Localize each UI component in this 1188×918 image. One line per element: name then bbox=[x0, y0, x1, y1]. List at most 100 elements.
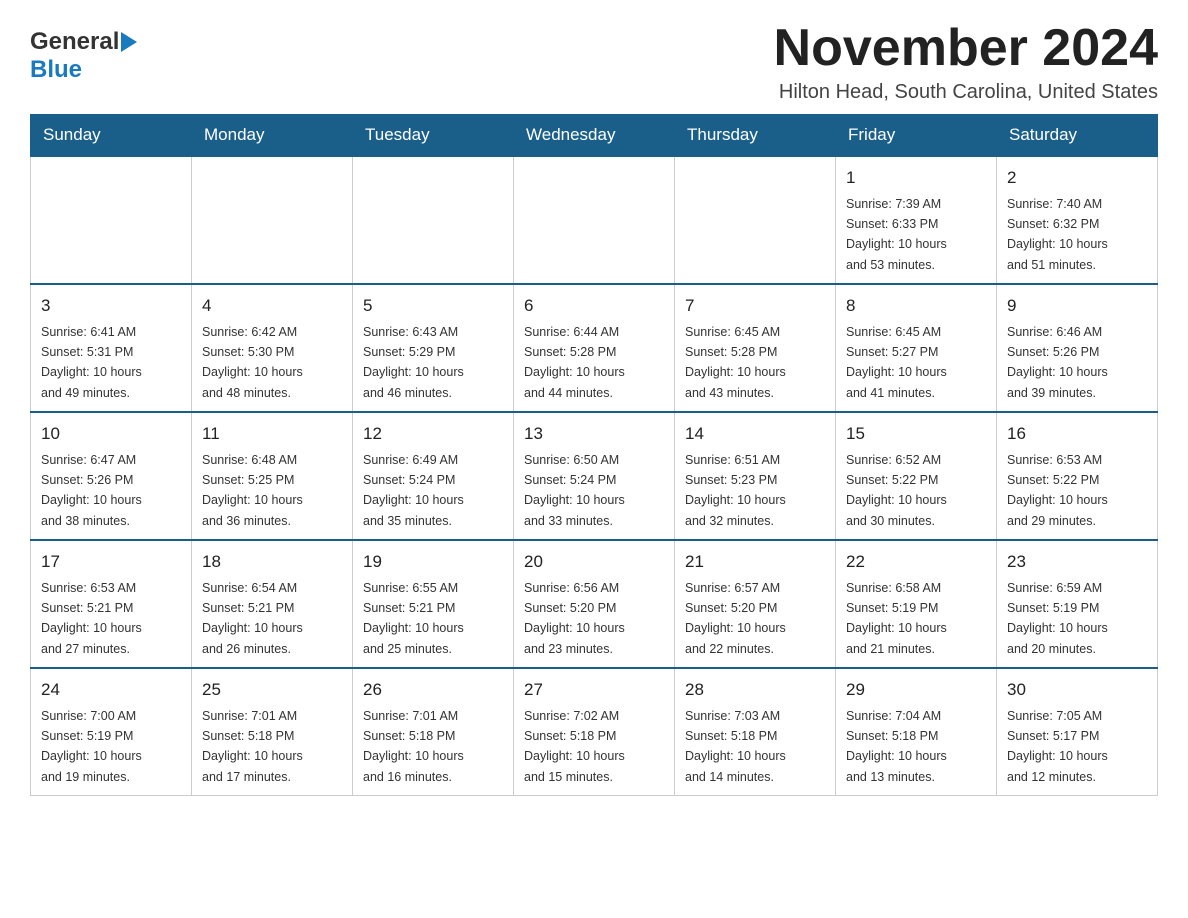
calendar-cell: 8Sunrise: 6:45 AM Sunset: 5:27 PM Daylig… bbox=[836, 284, 997, 412]
weekday-header-sunday: Sunday bbox=[31, 115, 192, 157]
day-info: Sunrise: 7:02 AM Sunset: 5:18 PM Dayligh… bbox=[524, 709, 625, 784]
calendar-week-4: 17 Sunrise: 6:53 AM Sunset: 5:21 PM Dayli… bbox=[31, 540, 1158, 668]
day-number: 11 bbox=[202, 421, 342, 447]
calendar-cell: 25 Sunrise: 7:01 AM Sunset: 5:18 PM Dayli… bbox=[192, 668, 353, 796]
day-info: Sunrise: 6:46 AM Sunset: 5:26 PM Dayligh… bbox=[1007, 325, 1108, 400]
month-title: November 2024 bbox=[774, 20, 1158, 77]
calendar-cell: 7Sunrise: 6:45 AM Sunset: 5:28 PM Daylig… bbox=[675, 284, 836, 412]
day-number: 12 bbox=[363, 421, 503, 447]
calendar-cell: 3 Sunrise: 6:41 AM Sunset: 5:31 PM Daylig… bbox=[31, 284, 192, 412]
day-info: Sunrise: 6:44 AM Sunset: 5:28 PM Dayligh… bbox=[524, 325, 625, 400]
day-number: 24 bbox=[41, 677, 181, 703]
calendar-cell bbox=[31, 156, 192, 284]
day-number: 8 bbox=[846, 293, 986, 319]
day-info: Sunrise: 6:56 AM Sunset: 5:20 PM Dayligh… bbox=[524, 581, 625, 656]
calendar-cell: 1 Sunrise: 7:39 AM Sunset: 6:33 PM Daylig… bbox=[836, 156, 997, 284]
day-number: 27 bbox=[524, 677, 664, 703]
day-info: Sunrise: 7:04 AM Sunset: 5:18 PM Dayligh… bbox=[846, 709, 947, 784]
weekday-header-row: SundayMondayTuesdayWednesdayThursdayFrid… bbox=[31, 115, 1158, 157]
calendar-cell: 24 Sunrise: 7:00 AM Sunset: 5:19 PM Dayli… bbox=[31, 668, 192, 796]
day-number: 2 bbox=[1007, 165, 1147, 191]
logo-general-text: General bbox=[30, 28, 119, 56]
day-number: 22 bbox=[846, 549, 986, 575]
day-info: Sunrise: 6:59 AM Sunset: 5:19 PM Dayligh… bbox=[1007, 581, 1108, 656]
calendar-week-2: 3 Sunrise: 6:41 AM Sunset: 5:31 PM Daylig… bbox=[31, 284, 1158, 412]
calendar-cell: 27 Sunrise: 7:02 AM Sunset: 5:18 PM Dayli… bbox=[514, 668, 675, 796]
calendar-cell: 11Sunrise: 6:48 AM Sunset: 5:25 PM Dayli… bbox=[192, 412, 353, 540]
day-number: 7 bbox=[685, 293, 825, 319]
calendar-cell: 10 Sunrise: 6:47 AM Sunset: 5:26 PM Dayli… bbox=[31, 412, 192, 540]
logo-blue-text: Blue bbox=[30, 56, 82, 83]
day-info: Sunrise: 6:52 AM Sunset: 5:22 PM Dayligh… bbox=[846, 453, 947, 528]
calendar-cell: 16Sunrise: 6:53 AM Sunset: 5:22 PM Dayli… bbox=[997, 412, 1158, 540]
calendar-cell: 14Sunrise: 6:51 AM Sunset: 5:23 PM Dayli… bbox=[675, 412, 836, 540]
day-number: 1 bbox=[846, 165, 986, 191]
calendar-cell: 6Sunrise: 6:44 AM Sunset: 5:28 PM Daylig… bbox=[514, 284, 675, 412]
calendar-week-5: 24 Sunrise: 7:00 AM Sunset: 5:19 PM Dayli… bbox=[31, 668, 1158, 796]
day-number: 21 bbox=[685, 549, 825, 575]
day-number: 23 bbox=[1007, 549, 1147, 575]
calendar-body: 1 Sunrise: 7:39 AM Sunset: 6:33 PM Daylig… bbox=[31, 156, 1158, 796]
day-info: Sunrise: 6:42 AM Sunset: 5:30 PM Dayligh… bbox=[202, 325, 303, 400]
day-info: Sunrise: 6:51 AM Sunset: 5:23 PM Dayligh… bbox=[685, 453, 786, 528]
day-info: Sunrise: 6:57 AM Sunset: 5:20 PM Dayligh… bbox=[685, 581, 786, 656]
day-number: 4 bbox=[202, 293, 342, 319]
calendar-cell: 4 Sunrise: 6:42 AM Sunset: 5:30 PM Daylig… bbox=[192, 284, 353, 412]
calendar-cell: 20Sunrise: 6:56 AM Sunset: 5:20 PM Dayli… bbox=[514, 540, 675, 668]
day-number: 5 bbox=[363, 293, 503, 319]
day-info: Sunrise: 7:40 AM Sunset: 6:32 PM Dayligh… bbox=[1007, 197, 1108, 272]
day-info: Sunrise: 7:00 AM Sunset: 5:19 PM Dayligh… bbox=[41, 709, 142, 784]
page-header: General Blue November 2024 Hilton Head, … bbox=[30, 20, 1158, 104]
day-info: Sunrise: 6:58 AM Sunset: 5:19 PM Dayligh… bbox=[846, 581, 947, 656]
day-number: 25 bbox=[202, 677, 342, 703]
day-number: 3 bbox=[41, 293, 181, 319]
day-info: Sunrise: 6:43 AM Sunset: 5:29 PM Dayligh… bbox=[363, 325, 464, 400]
calendar-cell: 2 Sunrise: 7:40 AM Sunset: 6:32 PM Daylig… bbox=[997, 156, 1158, 284]
day-info: Sunrise: 6:54 AM Sunset: 5:21 PM Dayligh… bbox=[202, 581, 303, 656]
title-block: November 2024 Hilton Head, South Carolin… bbox=[774, 20, 1158, 104]
day-number: 13 bbox=[524, 421, 664, 447]
day-info: Sunrise: 7:03 AM Sunset: 5:18 PM Dayligh… bbox=[685, 709, 786, 784]
logo: General Blue bbox=[30, 20, 137, 84]
calendar-cell: 22 Sunrise: 6:58 AM Sunset: 5:19 PM Dayli… bbox=[836, 540, 997, 668]
weekday-header-thursday: Thursday bbox=[675, 115, 836, 157]
weekday-header-wednesday: Wednesday bbox=[514, 115, 675, 157]
calendar-cell: 17 Sunrise: 6:53 AM Sunset: 5:21 PM Dayli… bbox=[31, 540, 192, 668]
calendar-cell bbox=[353, 156, 514, 284]
calendar-cell: 29 Sunrise: 7:04 AM Sunset: 5:18 PM Dayli… bbox=[836, 668, 997, 796]
day-number: 15 bbox=[846, 421, 986, 447]
day-number: 26 bbox=[363, 677, 503, 703]
day-number: 9 bbox=[1007, 293, 1147, 319]
weekday-header-saturday: Saturday bbox=[997, 115, 1158, 157]
calendar-cell: 23 Sunrise: 6:59 AM Sunset: 5:19 PM Dayli… bbox=[997, 540, 1158, 668]
day-info: Sunrise: 6:47 AM Sunset: 5:26 PM Dayligh… bbox=[41, 453, 142, 528]
calendar-cell: 13Sunrise: 6:50 AM Sunset: 5:24 PM Dayli… bbox=[514, 412, 675, 540]
day-info: Sunrise: 7:01 AM Sunset: 5:18 PM Dayligh… bbox=[363, 709, 464, 784]
day-number: 10 bbox=[41, 421, 181, 447]
calendar-cell bbox=[514, 156, 675, 284]
day-info: Sunrise: 6:53 AM Sunset: 5:21 PM Dayligh… bbox=[41, 581, 142, 656]
day-number: 16 bbox=[1007, 421, 1147, 447]
calendar-cell: 9 Sunrise: 6:46 AM Sunset: 5:26 PM Daylig… bbox=[997, 284, 1158, 412]
day-number: 29 bbox=[846, 677, 986, 703]
day-info: Sunrise: 6:55 AM Sunset: 5:21 PM Dayligh… bbox=[363, 581, 464, 656]
calendar-week-1: 1 Sunrise: 7:39 AM Sunset: 6:33 PM Daylig… bbox=[31, 156, 1158, 284]
day-number: 30 bbox=[1007, 677, 1147, 703]
calendar-cell: 26 Sunrise: 7:01 AM Sunset: 5:18 PM Dayli… bbox=[353, 668, 514, 796]
day-info: Sunrise: 7:39 AM Sunset: 6:33 PM Dayligh… bbox=[846, 197, 947, 272]
day-info: Sunrise: 6:41 AM Sunset: 5:31 PM Dayligh… bbox=[41, 325, 142, 400]
day-number: 17 bbox=[41, 549, 181, 575]
day-number: 19 bbox=[363, 549, 503, 575]
calendar-cell: 21 Sunrise: 6:57 AM Sunset: 5:20 PM Dayli… bbox=[675, 540, 836, 668]
calendar-cell: 19 Sunrise: 6:55 AM Sunset: 5:21 PM Dayli… bbox=[353, 540, 514, 668]
calendar-cell: 18 Sunrise: 6:54 AM Sunset: 5:21 PM Dayli… bbox=[192, 540, 353, 668]
day-number: 18 bbox=[202, 549, 342, 575]
weekday-header-tuesday: Tuesday bbox=[353, 115, 514, 157]
day-info: Sunrise: 7:05 AM Sunset: 5:17 PM Dayligh… bbox=[1007, 709, 1108, 784]
calendar-cell: 15 Sunrise: 6:52 AM Sunset: 5:22 PM Dayli… bbox=[836, 412, 997, 540]
calendar-cell bbox=[675, 156, 836, 284]
day-info: Sunrise: 7:01 AM Sunset: 5:18 PM Dayligh… bbox=[202, 709, 303, 784]
day-number: 28 bbox=[685, 677, 825, 703]
calendar-cell: 12Sunrise: 6:49 AM Sunset: 5:24 PM Dayli… bbox=[353, 412, 514, 540]
location-text: Hilton Head, South Carolina, United Stat… bbox=[774, 81, 1158, 104]
